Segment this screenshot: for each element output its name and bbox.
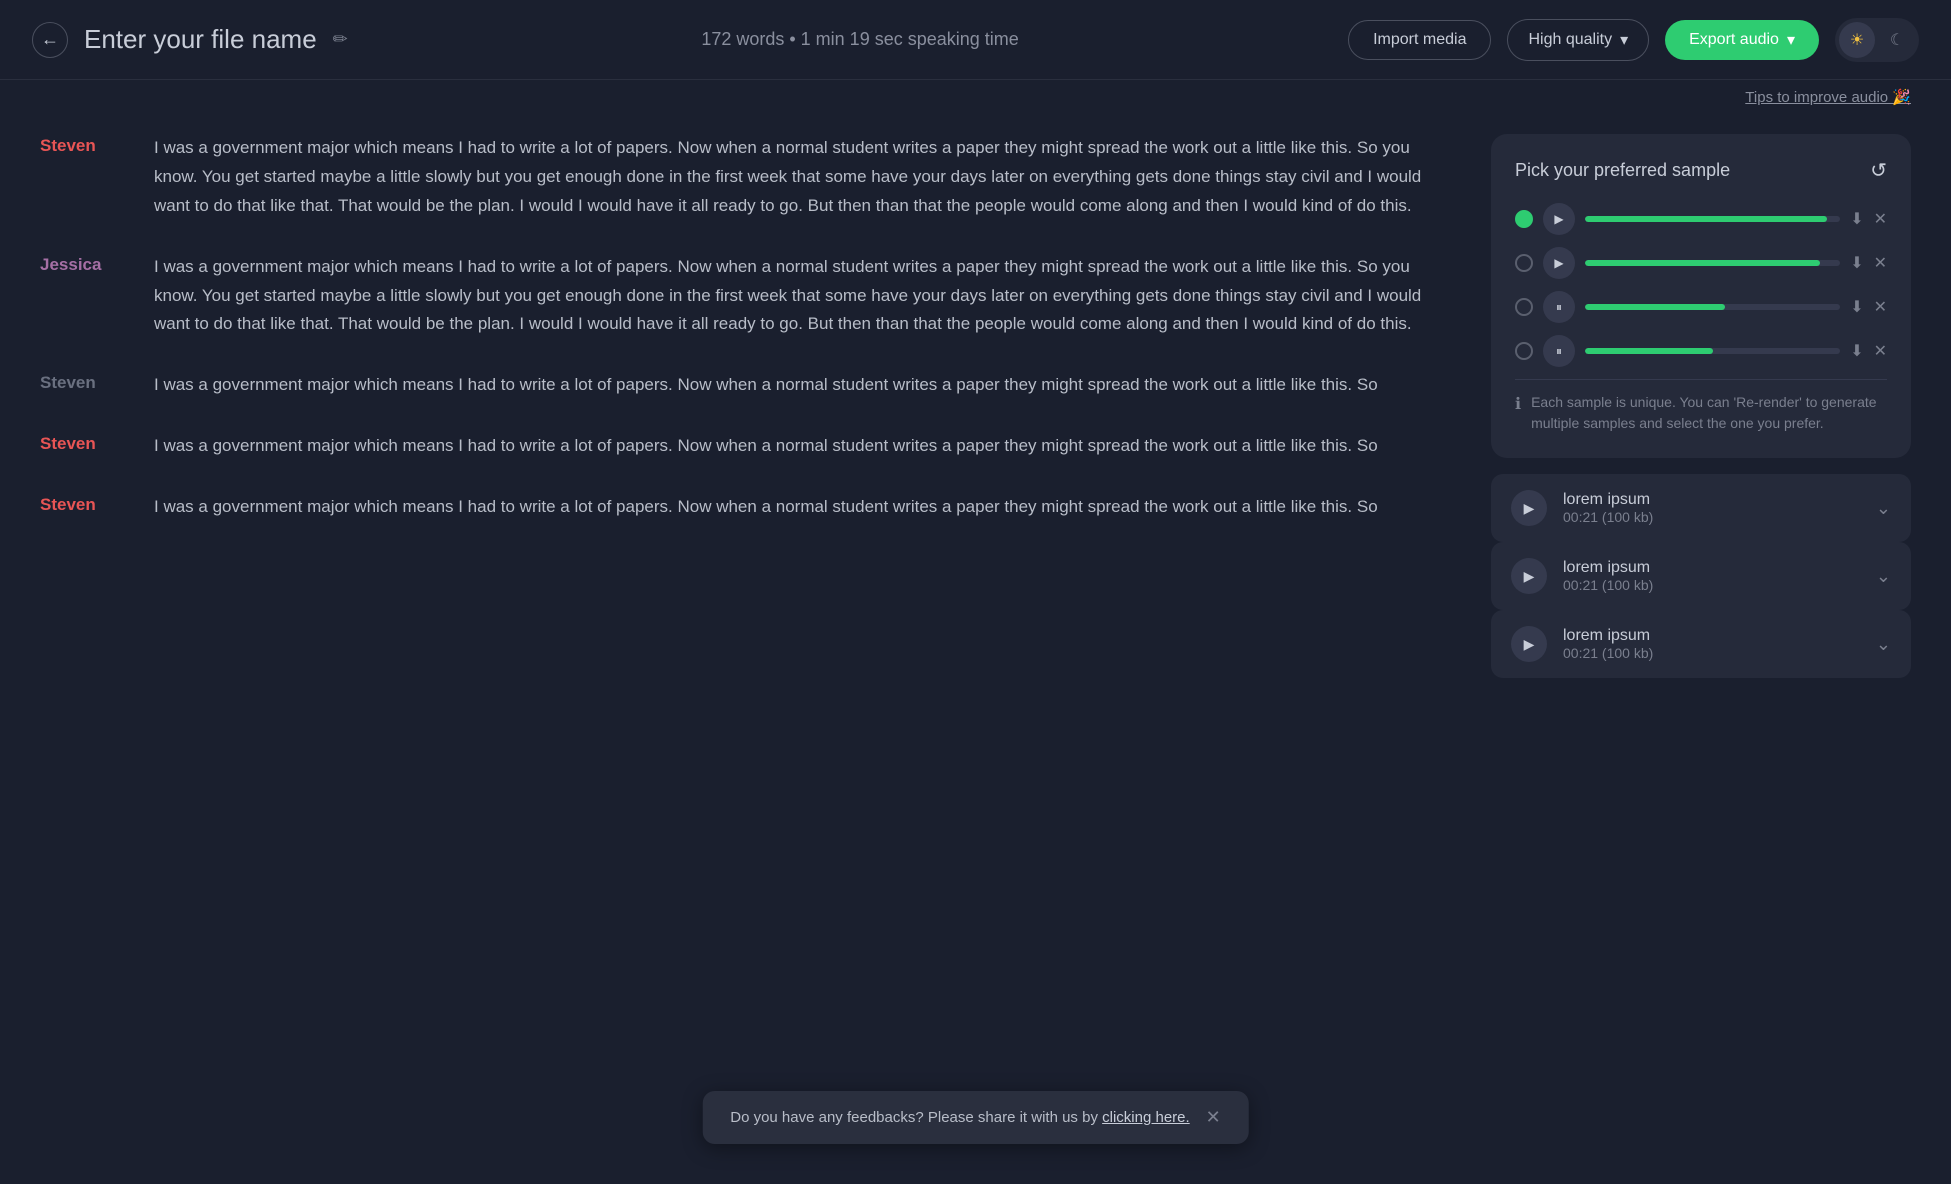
script-text: I was a government major which means I h… (154, 371, 1451, 400)
script-text: I was a government major which means I h… (154, 493, 1451, 522)
header-right: Import media High quality Export audio ☀… (1348, 18, 1919, 62)
speaker-name: Steven (40, 493, 130, 522)
sample-radio[interactable] (1515, 210, 1533, 228)
audio-title: lorem ipsum (1563, 559, 1860, 577)
sample-progress-bar (1585, 348, 1840, 354)
sample-radio[interactable] (1515, 342, 1533, 360)
info-icon: ℹ (1515, 394, 1521, 414)
theme-toggle: ☀ ☾ (1835, 18, 1919, 62)
sample-play-button[interactable]: ▶ (1543, 247, 1575, 279)
sample-progress-bar (1585, 216, 1840, 222)
sample-radio[interactable] (1515, 254, 1533, 272)
script-entry: Steven I was a government major which me… (40, 134, 1451, 221)
script-entry: Steven I was a government major which me… (40, 493, 1451, 522)
sample-row: ⏸ ⬇ ✕ (1515, 291, 1887, 323)
sample-radio[interactable] (1515, 298, 1533, 316)
speaker-name: Steven (40, 134, 130, 221)
export-audio-button[interactable]: Export audio (1665, 20, 1819, 60)
audio-item[interactable]: ▶ lorem ipsum 00:21 (100 kb) ⌄ (1491, 610, 1911, 678)
sample-progress-bar (1585, 304, 1840, 310)
sample-play-button[interactable]: ⏸ (1543, 291, 1575, 323)
header-left: ← Enter your file name ✏ (32, 22, 372, 58)
import-media-button[interactable]: Import media (1348, 20, 1491, 60)
audio-meta: 00:21 (100 kb) (1563, 645, 1860, 661)
audio-item[interactable]: ▶ lorem ipsum 00:21 (100 kb) ⌄ (1491, 542, 1911, 610)
sample-row: ⏸ ⬇ ✕ (1515, 335, 1887, 367)
sample-close-button[interactable]: ✕ (1874, 341, 1887, 361)
info-text: Each sample is unique. You can 'Re-rende… (1531, 392, 1887, 434)
sample-play-button[interactable]: ▶ (1543, 203, 1575, 235)
script-text: I was a government major which means I h… (154, 432, 1451, 461)
sample-progress-fill (1585, 348, 1713, 354)
audio-info: lorem ipsum 00:21 (100 kb) (1563, 491, 1860, 525)
sun-icon: ☀ (1850, 30, 1864, 50)
sample-progress-fill (1585, 304, 1725, 310)
header-stats: 172 words • 1 min 19 sec speaking time (701, 29, 1018, 50)
main-content: Steven I was a government major which me… (0, 114, 1951, 1178)
chevron-down-icon (1620, 30, 1628, 50)
speaker-name: Steven (40, 432, 130, 461)
audio-items-list: ▶ lorem ipsum 00:21 (100 kb) ⌄ ▶ lorem i… (1491, 474, 1911, 678)
feedback-bar: Do you have any feedbacks? Please share … (702, 1091, 1249, 1144)
audio-info: lorem ipsum 00:21 (100 kb) (1563, 559, 1860, 593)
sample-picker-header: Pick your preferred sample ↺ (1515, 158, 1887, 183)
file-name-label: Enter your file name (84, 24, 317, 55)
dark-theme-button[interactable]: ☾ (1879, 22, 1915, 58)
sample-close-button[interactable]: ✕ (1874, 253, 1887, 273)
tips-bar: Tips to improve audio 🎉 (0, 80, 1951, 114)
audio-title: lorem ipsum (1563, 491, 1860, 509)
audio-play-button[interactable]: ▶ (1511, 490, 1547, 526)
sample-download-button[interactable]: ⬇ (1850, 297, 1863, 317)
sample-info: ℹ Each sample is unique. You can 'Re-ren… (1515, 379, 1887, 434)
sample-close-button[interactable]: ✕ (1874, 297, 1887, 317)
sample-progress-bar (1585, 260, 1840, 266)
back-button[interactable]: ← (32, 22, 68, 58)
script-entry: Steven I was a government major which me… (40, 432, 1451, 461)
chevron-down-icon: ⌄ (1876, 498, 1891, 519)
edit-icon[interactable]: ✏ (333, 29, 348, 50)
export-chevron-icon (1787, 30, 1795, 50)
audio-meta: 00:21 (100 kb) (1563, 509, 1860, 525)
audio-item[interactable]: ▶ lorem ipsum 00:21 (100 kb) ⌄ (1491, 474, 1911, 542)
right-panel: Pick your preferred sample ↺ ▶ ⬇ ✕ ▶ ⬇ ✕… (1491, 134, 1911, 1158)
sample-progress-fill (1585, 260, 1820, 266)
feedback-text: Do you have any feedbacks? Please share … (730, 1109, 1189, 1126)
quality-button[interactable]: High quality (1507, 19, 1649, 61)
speaker-name: Jessica (40, 253, 130, 340)
feedback-close-button[interactable]: ✕ (1206, 1107, 1221, 1128)
audio-title: lorem ipsum (1563, 627, 1860, 645)
moon-icon: ☾ (1890, 30, 1904, 50)
sample-download-button[interactable]: ⬇ (1850, 253, 1863, 273)
sample-close-button[interactable]: ✕ (1874, 209, 1887, 229)
refresh-button[interactable]: ↺ (1870, 158, 1887, 183)
sample-picker: Pick your preferred sample ↺ ▶ ⬇ ✕ ▶ ⬇ ✕… (1491, 134, 1911, 458)
speaker-name: Steven (40, 371, 130, 400)
chevron-down-icon: ⌄ (1876, 634, 1891, 655)
audio-info: lorem ipsum 00:21 (100 kb) (1563, 627, 1860, 661)
tips-link[interactable]: Tips to improve audio 🎉 (1745, 88, 1911, 106)
sample-play-button[interactable]: ⏸ (1543, 335, 1575, 367)
sample-row: ▶ ⬇ ✕ (1515, 203, 1887, 235)
quality-label: High quality (1528, 31, 1612, 49)
audio-play-button[interactable]: ▶ (1511, 626, 1547, 662)
export-label: Export audio (1689, 31, 1779, 49)
header: ← Enter your file name ✏ 172 words • 1 m… (0, 0, 1951, 80)
audio-meta: 00:21 (100 kb) (1563, 577, 1860, 593)
sample-download-button[interactable]: ⬇ (1850, 341, 1863, 361)
script-text: I was a government major which means I h… (154, 134, 1451, 221)
audio-play-button[interactable]: ▶ (1511, 558, 1547, 594)
script-text: I was a government major which means I h… (154, 253, 1451, 340)
light-theme-button[interactable]: ☀ (1839, 22, 1875, 58)
chevron-down-icon: ⌄ (1876, 566, 1891, 587)
sample-download-button[interactable]: ⬇ (1850, 209, 1863, 229)
script-panel: Steven I was a government major which me… (40, 134, 1451, 1158)
sample-progress-fill (1585, 216, 1827, 222)
sample-rows: ▶ ⬇ ✕ ▶ ⬇ ✕ ⏸ ⬇ ✕ ⏸ ⬇ ✕ (1515, 203, 1887, 367)
feedback-link[interactable]: clicking here. (1102, 1109, 1190, 1126)
script-entry: Jessica I was a government major which m… (40, 253, 1451, 340)
script-entry: Steven I was a government major which me… (40, 371, 1451, 400)
sample-row: ▶ ⬇ ✕ (1515, 247, 1887, 279)
sample-picker-title: Pick your preferred sample (1515, 160, 1730, 181)
